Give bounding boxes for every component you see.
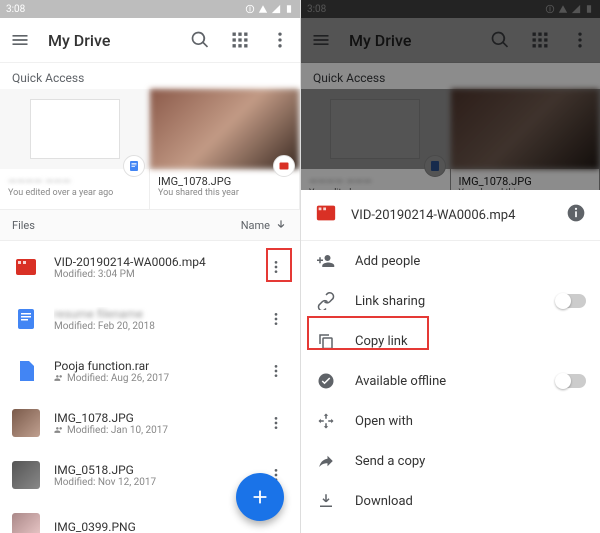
video-badge-icon <box>273 155 295 177</box>
sheet-item-download[interactable]: Download <box>301 481 600 521</box>
file-overflow-icon[interactable] <box>264 411 288 435</box>
file-overflow-icon[interactable] <box>264 307 288 331</box>
sheet-item-link-sharing[interactable]: Link sharing <box>301 281 600 321</box>
sheet-item-label: Copy link <box>355 334 586 349</box>
video-icon <box>12 253 40 281</box>
link-icon <box>315 290 337 312</box>
file-generic-icon <box>12 357 40 385</box>
list-header-label: Files <box>12 219 35 232</box>
file-overflow-icon[interactable] <box>264 359 288 383</box>
file-overflow-icon[interactable] <box>264 255 288 279</box>
file-sub: Modified: Jan 10, 2017 <box>54 425 264 436</box>
file-name: Pooja function.rar <box>54 359 264 373</box>
info-icon[interactable] <box>566 203 586 227</box>
status-icons <box>245 4 294 14</box>
doc-badge-icon <box>123 155 145 177</box>
file-sub: Modified: Aug 26, 2017 <box>54 373 264 384</box>
image-thumb-icon <box>12 461 40 489</box>
quick-access-label: Quick Access <box>0 62 300 89</box>
toggle-switch[interactable] <box>556 374 586 388</box>
overflow-icon[interactable] <box>268 28 292 52</box>
menu-icon[interactable] <box>8 28 32 52</box>
qa-card[interactable]: ———— ——— You edited over a year ago <box>0 89 150 209</box>
list-header[interactable]: Files Name <box>0 209 300 241</box>
sheet-list: Add people Link sharing Copy link Availa… <box>301 241 600 533</box>
copy-icon <box>315 330 337 352</box>
file-sub: Modified: Nov 12, 2017 <box>54 477 264 488</box>
right-panel: 3:08 My Drive Quick Access ———— ———You e… <box>300 0 600 533</box>
sheet-item-copy-link[interactable]: Copy link <box>301 321 600 361</box>
person-add-icon <box>315 250 337 272</box>
offline-icon <box>315 370 337 392</box>
shared-icon <box>54 373 64 383</box>
fab-add-button[interactable] <box>236 473 284 521</box>
sheet-item-send-copy[interactable]: Send a copy <box>301 441 600 481</box>
video-icon <box>315 202 337 228</box>
sheet-item-label: Send a copy <box>355 454 586 469</box>
qa-title: ———— ——— <box>8 175 141 188</box>
send-icon <box>315 450 337 472</box>
sheet-item-add-people[interactable]: Add people <box>301 241 600 281</box>
image-thumb-icon <box>12 409 40 437</box>
status-time: 3:08 <box>6 4 25 15</box>
file-name: IMG_0518.JPG <box>54 463 264 477</box>
sheet-item-open-with[interactable]: Open with <box>301 401 600 441</box>
file-sub: Modified: Feb 20, 2018 <box>54 321 264 332</box>
sheet-item-move[interactable]: Move <box>301 521 600 533</box>
shared-icon <box>54 425 64 435</box>
file-row[interactable]: IMG_1078.JPG Modified: Jan 10, 2017 <box>0 397 300 449</box>
page-title: My Drive <box>48 31 172 50</box>
arrow-down-icon <box>274 218 288 232</box>
file-row[interactable]: Pooja function.rar Modified: Aug 26, 201… <box>0 345 300 397</box>
file-row[interactable]: VID-20190214-WA0006.mp4 Modified: 3:04 P… <box>0 241 300 293</box>
quick-access-row: ———— ——— You edited over a year ago IMG_… <box>0 89 300 209</box>
sheet-header: VID-20190214-WA0006.mp4 <box>301 190 600 240</box>
qa-thumb-doc <box>0 89 149 169</box>
download-icon <box>315 490 337 512</box>
status-bar: 3:08 <box>0 0 300 18</box>
file-name: IMG_1078.JPG <box>54 411 264 425</box>
sheet-item-offline[interactable]: Available offline <box>301 361 600 401</box>
app-bar: My Drive <box>0 18 300 62</box>
qa-card[interactable]: IMG_1078.JPG You shared this year <box>150 89 300 209</box>
toggle-switch[interactable] <box>556 294 586 308</box>
qa-subtitle: You shared this year <box>158 188 291 198</box>
doc-icon <box>12 305 40 333</box>
context-sheet: VID-20190214-WA0006.mp4 Add people Link … <box>301 190 600 533</box>
qa-subtitle: You edited over a year ago <box>8 188 141 198</box>
search-icon[interactable] <box>188 28 212 52</box>
file-name: IMG_0399.PNG <box>54 520 288 533</box>
file-name: VID-20190214-WA0006.mp4 <box>54 255 264 269</box>
sheet-item-label: Download <box>355 494 586 509</box>
sheet-item-label: Add people <box>355 254 586 269</box>
image-thumb-icon <box>12 513 40 533</box>
sort-label: Name <box>241 219 270 232</box>
qa-title: IMG_1078.JPG <box>158 175 291 188</box>
sheet-item-label: Link sharing <box>355 294 538 309</box>
sheet-item-label: Open with <box>355 414 586 429</box>
file-row[interactable]: resume filename Modified: Feb 20, 2018 <box>0 293 300 345</box>
sheet-file-name: VID-20190214-WA0006.mp4 <box>351 208 552 223</box>
qa-thumb-img <box>150 89 299 169</box>
file-sub: Modified: 3:04 PM <box>54 269 264 280</box>
open-with-icon <box>315 410 337 432</box>
file-name: resume filename <box>54 307 264 321</box>
left-panel: 3:08 My Drive Quick Access ———— ——— You … <box>0 0 300 533</box>
view-grid-icon[interactable] <box>228 28 252 52</box>
sheet-item-label: Available offline <box>355 374 538 389</box>
